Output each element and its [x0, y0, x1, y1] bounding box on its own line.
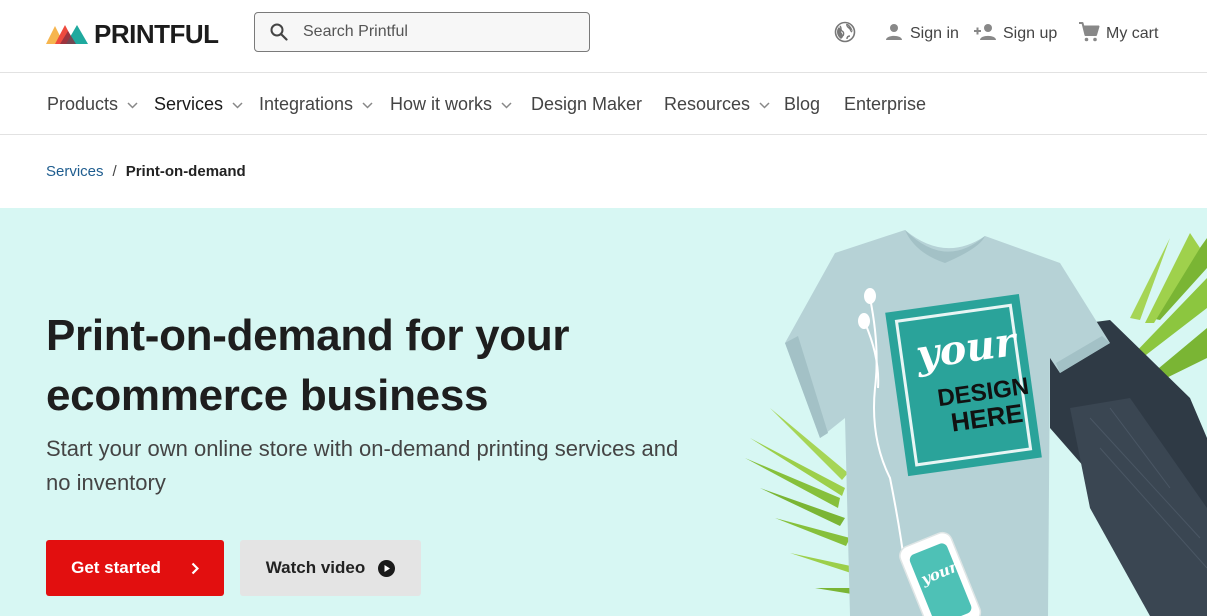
breadcrumb-current: Print-on-demand: [125, 163, 246, 180]
get-started-label: Get started: [71, 558, 161, 577]
shirt-design-print: your DESIGN HERE: [885, 293, 1042, 477]
nav-item-products[interactable]: Products: [47, 94, 138, 115]
top-header: PRINTFUL Sign in Sign up My cart: [0, 0, 1207, 73]
main-nav: Products Services Integrations How it wo…: [0, 74, 1207, 135]
search-input[interactable]: [303, 23, 583, 41]
logo-mark-icon: [46, 24, 88, 44]
hero-subtitle: Start your own online store with on-dema…: [46, 436, 679, 495]
add-user-icon: [973, 22, 997, 47]
sign-in-link[interactable]: Sign in: [884, 20, 959, 48]
watch-video-button[interactable]: Watch video: [240, 540, 421, 596]
hero-section: Print-on-demand for your ecommerce busin…: [0, 208, 1207, 616]
nav-item-label: Enterprise: [844, 94, 927, 114]
hero-title-line-2: ecommerce business: [46, 371, 489, 420]
watch-video-label: Watch video: [265, 558, 366, 577]
user-icon: [884, 22, 904, 47]
hero-title-line-1: Print-on-demand for your: [46, 311, 570, 360]
hero-title: Print-on-demand for your ecommerce busin…: [46, 306, 706, 426]
chevron-down-icon: [759, 101, 770, 109]
printful-logo[interactable]: PRINTFUL: [46, 19, 219, 50]
nav-item-label: Integrations: [259, 94, 354, 114]
nav-item-label: Resources: [664, 94, 751, 114]
nav-item-blog[interactable]: Blog: [784, 94, 820, 115]
chevron-down-icon: [362, 101, 373, 109]
nav-item-resources[interactable]: Resources: [664, 94, 770, 115]
breadcrumb-link-services[interactable]: Services: [46, 163, 104, 180]
nav-item-label: Design Maker: [531, 94, 643, 114]
globe-icon[interactable]: [834, 21, 856, 48]
chevron-down-icon: [127, 101, 138, 109]
sign-in-label: Sign in: [910, 25, 959, 42]
get-started-button[interactable]: Get started: [46, 540, 224, 596]
cart-label: My cart: [1106, 25, 1159, 42]
sign-up-link[interactable]: Sign up: [973, 20, 1057, 48]
search-box[interactable]: [254, 12, 590, 52]
brand-name: PRINTFUL: [94, 19, 219, 49]
chevron-right-icon: [191, 562, 199, 575]
nav-item-label: Services: [154, 94, 224, 114]
nav-item-enterprise[interactable]: Enterprise: [844, 94, 926, 115]
cart-icon: [1078, 21, 1100, 48]
nav-item-how-it-works[interactable]: How it works: [390, 94, 512, 115]
search-icon[interactable]: [269, 22, 289, 42]
breadcrumb: Services / Print-on-demand: [46, 163, 246, 180]
nav-item-label: How it works: [390, 94, 493, 114]
hero-tshirt-illustration: your DESIGN HERE your: [745, 230, 1207, 616]
nav-item-integrations[interactable]: Integrations: [259, 94, 373, 115]
breadcrumb-separator: /: [112, 163, 117, 180]
cart-link[interactable]: My cart: [1078, 20, 1158, 48]
nav-item-label: Blog: [784, 94, 821, 114]
chevron-down-icon: [232, 101, 243, 109]
sign-up-label: Sign up: [1003, 25, 1058, 42]
nav-item-label: Products: [47, 94, 119, 114]
nav-item-services[interactable]: Services: [154, 94, 243, 115]
play-icon: [378, 559, 396, 577]
language-selector[interactable]: [834, 20, 856, 48]
chevron-down-icon: [501, 101, 512, 109]
nav-item-design-maker[interactable]: Design Maker: [531, 94, 642, 115]
